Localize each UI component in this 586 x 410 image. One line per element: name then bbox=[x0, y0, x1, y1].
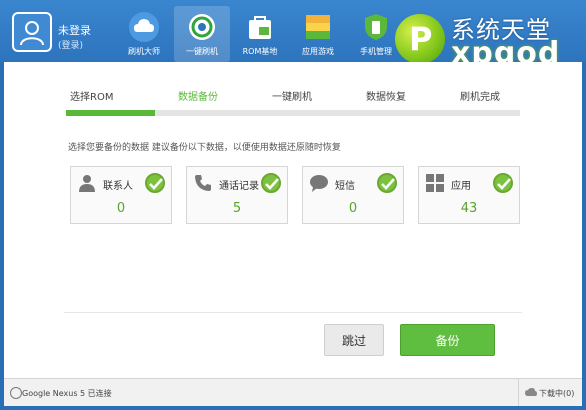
avatar[interactable] bbox=[12, 12, 52, 52]
watermark-p-icon: P bbox=[395, 14, 445, 64]
rom-bag-icon bbox=[249, 16, 271, 39]
user-icon bbox=[20, 21, 44, 46]
check-icon[interactable] bbox=[493, 173, 513, 193]
backup-card-apps[interactable]: 应用 43 bbox=[418, 166, 520, 224]
person-icon bbox=[79, 175, 95, 192]
card-label: 应用 bbox=[451, 181, 471, 192]
download-status: 下载中(0) bbox=[539, 389, 575, 398]
backup-card-sms[interactable]: 短信 0 bbox=[302, 166, 404, 224]
header-bar: 未登录 (登录) 刷机大师 一键刷机 ROM基地 应用游戏 手机管理 P 系统天… bbox=[0, 0, 586, 71]
backup-button[interactable]: 备份 bbox=[400, 324, 495, 356]
user-name[interactable]: 未登录 bbox=[58, 22, 91, 38]
download-manager[interactable]: 下载中(0) bbox=[518, 379, 582, 406]
check-icon[interactable] bbox=[261, 173, 281, 193]
nav-label: ROM基地 bbox=[242, 47, 278, 56]
step-select-rom: 选择ROM bbox=[70, 92, 114, 103]
check-icon[interactable] bbox=[377, 173, 397, 193]
backup-card-contacts[interactable]: 联系人 0 bbox=[70, 166, 172, 224]
apps-icon bbox=[306, 15, 330, 39]
phone-icon bbox=[195, 175, 211, 191]
step-data-restore: 数据恢复 bbox=[366, 92, 406, 103]
step-one-click-flash: 一键刷机 bbox=[272, 92, 312, 103]
nav-item-one-click-flash[interactable]: 一键刷机 bbox=[174, 6, 230, 62]
divider bbox=[64, 312, 522, 313]
step-data-backup: 数据备份 bbox=[178, 92, 218, 103]
nav-label: 刷机大师 bbox=[128, 47, 160, 56]
card-count: 5 bbox=[232, 201, 242, 216]
download-cloud-icon bbox=[525, 388, 537, 396]
backup-card-call-log[interactable]: 通话记录 5 bbox=[186, 166, 288, 224]
cloud-icon bbox=[129, 12, 159, 42]
card-label: 短信 bbox=[335, 181, 355, 192]
card-count: 0 bbox=[116, 201, 126, 216]
nav-item-apps-games[interactable]: 应用游戏 bbox=[290, 6, 346, 62]
nav-item-flash-master[interactable]: 刷机大师 bbox=[116, 6, 172, 62]
device-status: Google Nexus 5 已连接 bbox=[22, 389, 112, 398]
status-bar: Google Nexus 5 已连接 下载中(0) bbox=[4, 378, 582, 406]
skip-button[interactable]: 跳过 bbox=[324, 324, 384, 356]
login-link[interactable]: (登录) bbox=[58, 38, 83, 51]
nav-item-rom-base[interactable]: ROM基地 bbox=[232, 6, 288, 62]
apps-grid-icon bbox=[426, 174, 444, 192]
card-label: 联系人 bbox=[103, 181, 133, 192]
card-count: 43 bbox=[460, 201, 478, 216]
refresh-icon bbox=[189, 14, 215, 40]
step-flash-complete: 刷机完成 bbox=[460, 92, 500, 103]
progress-track bbox=[66, 110, 520, 116]
nav-label: 应用游戏 bbox=[302, 47, 334, 56]
card-label: 通话记录 bbox=[219, 181, 259, 192]
message-icon bbox=[310, 175, 328, 192]
shield-icon bbox=[365, 14, 387, 40]
device-icon bbox=[10, 387, 22, 399]
backup-hint: 选择您要备份的数据 建议备份以下数据，以便使用数据还原随时恢复 bbox=[68, 143, 341, 153]
progress-fill bbox=[66, 110, 155, 116]
card-count: 0 bbox=[348, 201, 358, 216]
check-icon[interactable] bbox=[145, 173, 165, 193]
nav-label: 一键刷机 bbox=[186, 47, 218, 56]
